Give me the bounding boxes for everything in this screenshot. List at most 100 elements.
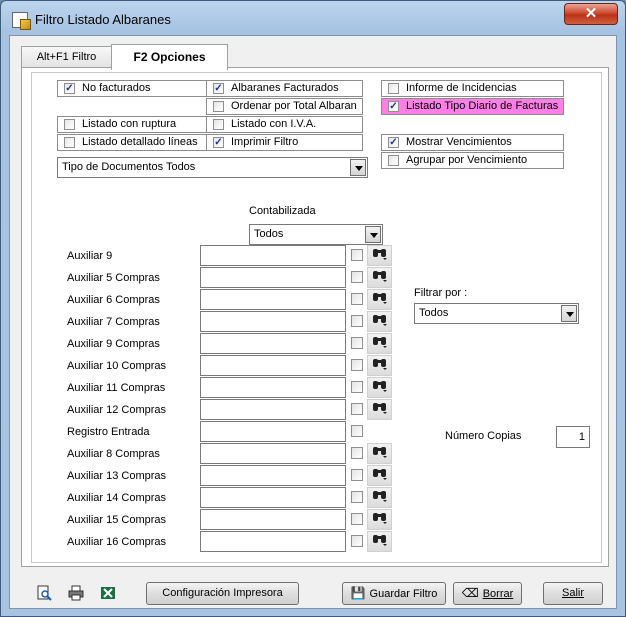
contabilizada-value: Todos bbox=[254, 228, 284, 240]
aux-row-label: Auxiliar 14 Compras bbox=[67, 492, 167, 504]
aux-row-checkbox[interactable] bbox=[351, 359, 363, 371]
aux-row-checkbox[interactable] bbox=[351, 403, 363, 415]
option-ordenar-total[interactable]: Ordenar por Total Albaran bbox=[206, 98, 363, 115]
window-title: Filtro Listado Albaranes bbox=[35, 12, 171, 27]
binoculars-icon[interactable] bbox=[367, 355, 392, 376]
title-bar[interactable]: Filtro Listado Albaranes ✕ bbox=[1, 1, 625, 35]
dialog-window: Filtro Listado Albaranes ✕ Alt+F1 Filtro… bbox=[0, 0, 626, 617]
close-button[interactable]: ✕ bbox=[564, 3, 618, 25]
option-listado-tipo-diario[interactable]: ✓ Listado Tipo Diario de Facturas bbox=[381, 98, 564, 115]
aux-row-label: Auxiliar 9 Compras bbox=[67, 338, 160, 350]
aux-row-input[interactable] bbox=[200, 267, 346, 288]
aux-row-input[interactable] bbox=[200, 399, 346, 420]
chevron-down-icon[interactable] bbox=[365, 226, 381, 243]
binoculars-icon[interactable] bbox=[367, 311, 392, 332]
aux-row-input[interactable] bbox=[200, 487, 346, 508]
binoculars-icon[interactable] bbox=[367, 531, 392, 552]
listado-iva-checkbox[interactable] bbox=[213, 119, 224, 130]
aux-row-input[interactable] bbox=[200, 289, 346, 310]
aux-row-checkbox[interactable] bbox=[351, 425, 363, 437]
aux-row-checkbox[interactable] bbox=[351, 491, 363, 503]
numero-copias-input[interactable]: 1 bbox=[556, 426, 590, 448]
aux-row-input[interactable] bbox=[200, 443, 346, 464]
option-imprimir-filtro[interactable]: ✓ Imprimir Filtro bbox=[206, 134, 363, 151]
agrupar-vencimiento-checkbox[interactable] bbox=[388, 155, 399, 166]
aux-row-label: Auxiliar 7 Compras bbox=[67, 316, 160, 328]
informe-incidencias-checkbox[interactable] bbox=[388, 83, 399, 94]
excel-icon[interactable] bbox=[99, 585, 117, 603]
aux-row-input[interactable] bbox=[200, 509, 346, 530]
listado-tipo-diario-checkbox[interactable]: ✓ bbox=[388, 101, 399, 112]
filtrar-por-select[interactable]: Todos bbox=[414, 303, 579, 324]
configuracion-impresora-button[interactable]: Configuración Impresora bbox=[146, 582, 299, 605]
chevron-down-icon[interactable] bbox=[350, 159, 366, 176]
aux-row-checkbox[interactable] bbox=[351, 337, 363, 349]
listado-iva-label: Listado con I.V.A. bbox=[231, 118, 317, 130]
no-facturados-label: No facturados bbox=[82, 82, 151, 94]
aux-row-label: Auxiliar 11 Compras bbox=[67, 382, 166, 394]
no-facturados-checkbox[interactable]: ✓ bbox=[64, 83, 75, 94]
aux-row-checkbox[interactable] bbox=[351, 381, 363, 393]
imprimir-filtro-checkbox[interactable]: ✓ bbox=[213, 137, 224, 148]
dialog-body: Alt+F1 Filtro F2 Opciones ✓ No facturado… bbox=[9, 35, 617, 609]
option-agrupar-vencimiento[interactable]: Agrupar por Vencimiento bbox=[381, 152, 564, 169]
albaranes-facturados-checkbox[interactable]: ✓ bbox=[213, 83, 224, 94]
binoculars-icon[interactable] bbox=[367, 487, 392, 508]
aux-row-label: Auxiliar 9 bbox=[67, 250, 113, 262]
aux-row-label: Registro Entrada bbox=[67, 426, 150, 438]
tab-opciones[interactable]: F2 Opciones bbox=[111, 44, 228, 70]
aux-row-input[interactable] bbox=[200, 421, 346, 442]
aux-row-input[interactable] bbox=[200, 355, 346, 376]
tab-filtro[interactable]: Alt+F1 Filtro bbox=[21, 46, 112, 68]
binoculars-icon[interactable] bbox=[367, 377, 392, 398]
salir-button[interactable]: Salir bbox=[543, 582, 603, 605]
aux-row-checkbox[interactable] bbox=[351, 447, 363, 459]
binoculars-icon[interactable] bbox=[367, 465, 392, 486]
binoculars-icon[interactable] bbox=[367, 245, 392, 266]
mostrar-vencimientos-checkbox[interactable]: ✓ bbox=[388, 137, 399, 148]
binoculars-icon[interactable] bbox=[367, 509, 392, 530]
aux-row-input[interactable] bbox=[200, 333, 346, 354]
aux-row-label: Auxiliar 12 Compras bbox=[67, 404, 167, 416]
chevron-down-icon[interactable] bbox=[561, 305, 577, 322]
option-no-facturados[interactable]: ✓ No facturados bbox=[57, 80, 207, 97]
option-listado-ruptura[interactable]: Listado con ruptura bbox=[57, 116, 207, 133]
aux-row-checkbox[interactable] bbox=[351, 513, 363, 525]
binoculars-icon[interactable] bbox=[367, 443, 392, 464]
listado-detallado-checkbox[interactable] bbox=[64, 137, 75, 148]
aux-row-input[interactable] bbox=[200, 311, 346, 332]
option-listado-detallado[interactable]: Listado detallado líneas bbox=[57, 134, 207, 151]
aux-row-label: Auxiliar 5 Compras bbox=[67, 272, 160, 284]
aux-row-checkbox[interactable] bbox=[351, 315, 363, 327]
binoculars-icon[interactable] bbox=[367, 333, 392, 354]
print-preview-icon[interactable] bbox=[35, 585, 53, 603]
binoculars-icon[interactable] bbox=[367, 267, 392, 288]
borrar-button[interactable]: ⌫ Borrar bbox=[453, 582, 522, 605]
contabilizada-select[interactable]: Todos bbox=[249, 224, 383, 245]
aux-row-input[interactable] bbox=[200, 531, 346, 552]
option-albaranes-facturados[interactable]: ✓ Albaranes Facturados bbox=[206, 80, 363, 97]
aux-row-checkbox[interactable] bbox=[351, 293, 363, 305]
binoculars-icon[interactable] bbox=[367, 289, 392, 310]
option-mostrar-vencimientos[interactable]: ✓ Mostrar Vencimientos bbox=[381, 134, 564, 151]
option-listado-iva[interactable]: Listado con I.V.A. bbox=[206, 116, 363, 133]
guardar-filtro-button[interactable]: 💾 Guardar Filtro bbox=[342, 582, 446, 605]
aux-row-checkbox[interactable] bbox=[351, 535, 363, 547]
aux-row-checkbox[interactable] bbox=[351, 249, 363, 261]
binoculars-icon[interactable] bbox=[367, 399, 392, 420]
guardar-filtro-label: Guardar Filtro bbox=[369, 588, 438, 600]
aux-row-checkbox[interactable] bbox=[351, 271, 363, 283]
tipo-documentos-select[interactable]: Tipo de Documentos Todos bbox=[57, 157, 368, 178]
ordenar-total-checkbox[interactable] bbox=[213, 101, 224, 112]
option-informe-incidencias[interactable]: Informe de Incidencias bbox=[381, 80, 564, 97]
aux-row-checkbox[interactable] bbox=[351, 469, 363, 481]
aux-row-label: Auxiliar 10 Compras bbox=[67, 360, 167, 372]
aux-row-input[interactable] bbox=[200, 465, 346, 486]
agrupar-vencimiento-label: Agrupar por Vencimiento bbox=[406, 154, 528, 166]
options-group: ✓ No facturados Listado con ruptura List… bbox=[31, 72, 602, 563]
aux-row-input[interactable] bbox=[200, 377, 346, 398]
aux-row-label: Auxiliar 16 Compras bbox=[67, 536, 167, 548]
printer-icon[interactable] bbox=[67, 585, 85, 603]
aux-row-input[interactable] bbox=[200, 245, 346, 266]
listado-ruptura-checkbox[interactable] bbox=[64, 119, 75, 130]
